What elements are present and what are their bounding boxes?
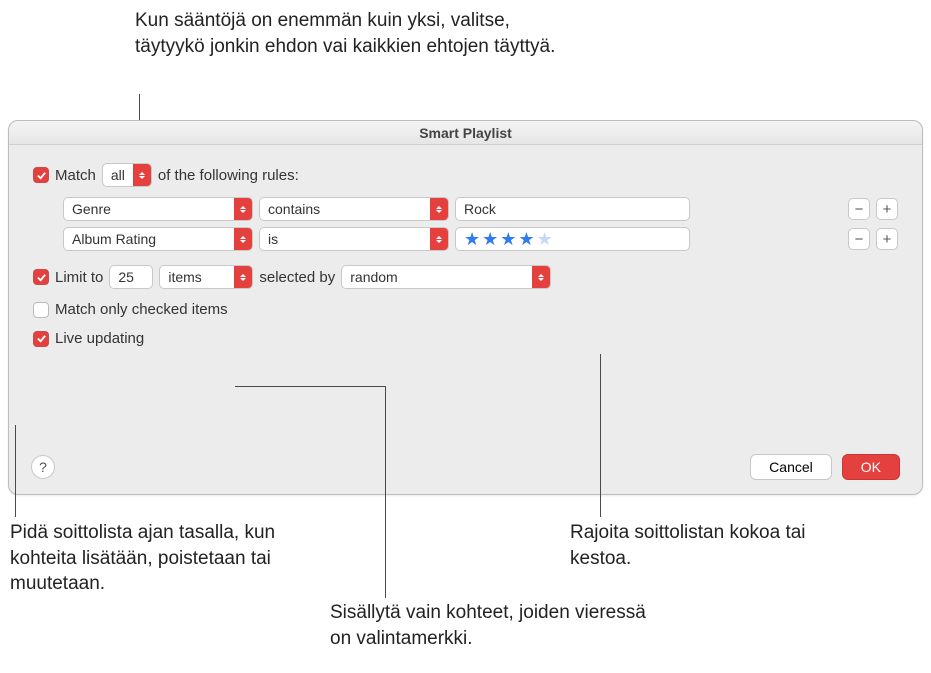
rules-list: Genre contains Rock − + Album Rating — [63, 197, 898, 251]
dialog-content: Match all of the following rules: Genre … — [9, 145, 922, 357]
remove-rule-button[interactable]: − — [848, 198, 870, 220]
rule-operator-value: contains — [268, 201, 424, 217]
rule-row: Genre contains Rock − + — [63, 197, 898, 221]
match-label-post: of the following rules: — [158, 167, 299, 184]
match-mode-select[interactable]: all — [102, 163, 152, 187]
limit-count-input[interactable] — [109, 265, 153, 289]
limit-unit-value: items — [168, 269, 228, 285]
live-updating-row: Live updating — [33, 330, 898, 347]
rule-value-input[interactable]: Rock — [455, 197, 690, 221]
match-checked-row: Match only checked items — [33, 301, 898, 318]
add-rule-button[interactable]: + — [876, 198, 898, 220]
help-button[interactable]: ? — [31, 455, 55, 479]
annotation-live-updating: Pidä soittolista ajan tasalla, kun kohte… — [10, 520, 330, 597]
limit-method-select[interactable]: random — [341, 265, 551, 289]
chevron-updown-icon — [133, 164, 151, 186]
chevron-updown-icon — [234, 266, 252, 288]
limit-row: Limit to items selected by random — [33, 265, 898, 289]
rule-operator-value: is — [268, 231, 424, 247]
chevron-updown-icon — [234, 198, 252, 220]
callout-line — [15, 425, 16, 517]
chevron-updown-icon — [234, 228, 252, 250]
chevron-updown-icon — [532, 266, 550, 288]
match-checked-checkbox[interactable] — [33, 302, 49, 318]
ok-button[interactable]: OK — [842, 454, 900, 480]
rule-attribute-select[interactable]: Genre — [63, 197, 253, 221]
annotation-limit: Rajoita soittolistan kokoa tai kestoa. — [570, 520, 820, 571]
match-checkbox[interactable] — [33, 167, 49, 183]
check-icon — [36, 170, 47, 181]
rule-operator-select[interactable]: contains — [259, 197, 449, 221]
add-rule-button[interactable]: + — [876, 228, 898, 250]
limit-label: Limit to — [55, 269, 103, 286]
limit-selected-by-label: selected by — [259, 269, 335, 286]
rule-attribute-value: Album Rating — [72, 231, 228, 247]
rule-attribute-value: Genre — [72, 201, 228, 217]
question-icon: ? — [39, 459, 47, 475]
match-row: Match all of the following rules: — [33, 163, 898, 187]
rule-value-stars[interactable]: ★★★★★ — [455, 227, 690, 251]
live-updating-label: Live updating — [55, 330, 144, 347]
check-icon — [36, 333, 47, 344]
chevron-updown-icon — [430, 228, 448, 250]
rule-operator-select[interactable]: is — [259, 227, 449, 251]
dialog-title: Smart Playlist — [9, 121, 922, 145]
dialog-footer: ? Cancel OK — [31, 454, 900, 480]
cancel-button[interactable]: Cancel — [750, 454, 832, 480]
live-updating-checkbox[interactable] — [33, 331, 49, 347]
limit-unit-select[interactable]: items — [159, 265, 253, 289]
annotation-match-checked: Sisällytä vain kohteet, joiden vieressä … — [330, 600, 670, 651]
annotation-match-mode: Kun sääntöjä on enemmän kuin yksi, valit… — [135, 8, 565, 59]
chevron-updown-icon — [430, 198, 448, 220]
match-checked-label: Match only checked items — [55, 301, 228, 318]
callout-line — [235, 386, 385, 387]
callout-line — [600, 354, 601, 517]
star-rating: ★★★★★ — [464, 230, 555, 248]
rule-attribute-select[interactable]: Album Rating — [63, 227, 253, 251]
check-icon — [36, 272, 47, 283]
rule-row: Album Rating is ★★★★★ − + — [63, 227, 898, 251]
limit-method-value: random — [350, 269, 526, 285]
limit-checkbox[interactable] — [33, 269, 49, 285]
remove-rule-button[interactable]: − — [848, 228, 870, 250]
callout-line — [385, 386, 386, 598]
match-mode-value: all — [111, 167, 127, 183]
match-label-pre: Match — [55, 167, 96, 184]
smart-playlist-dialog: Smart Playlist Match all of the followin… — [8, 120, 923, 495]
